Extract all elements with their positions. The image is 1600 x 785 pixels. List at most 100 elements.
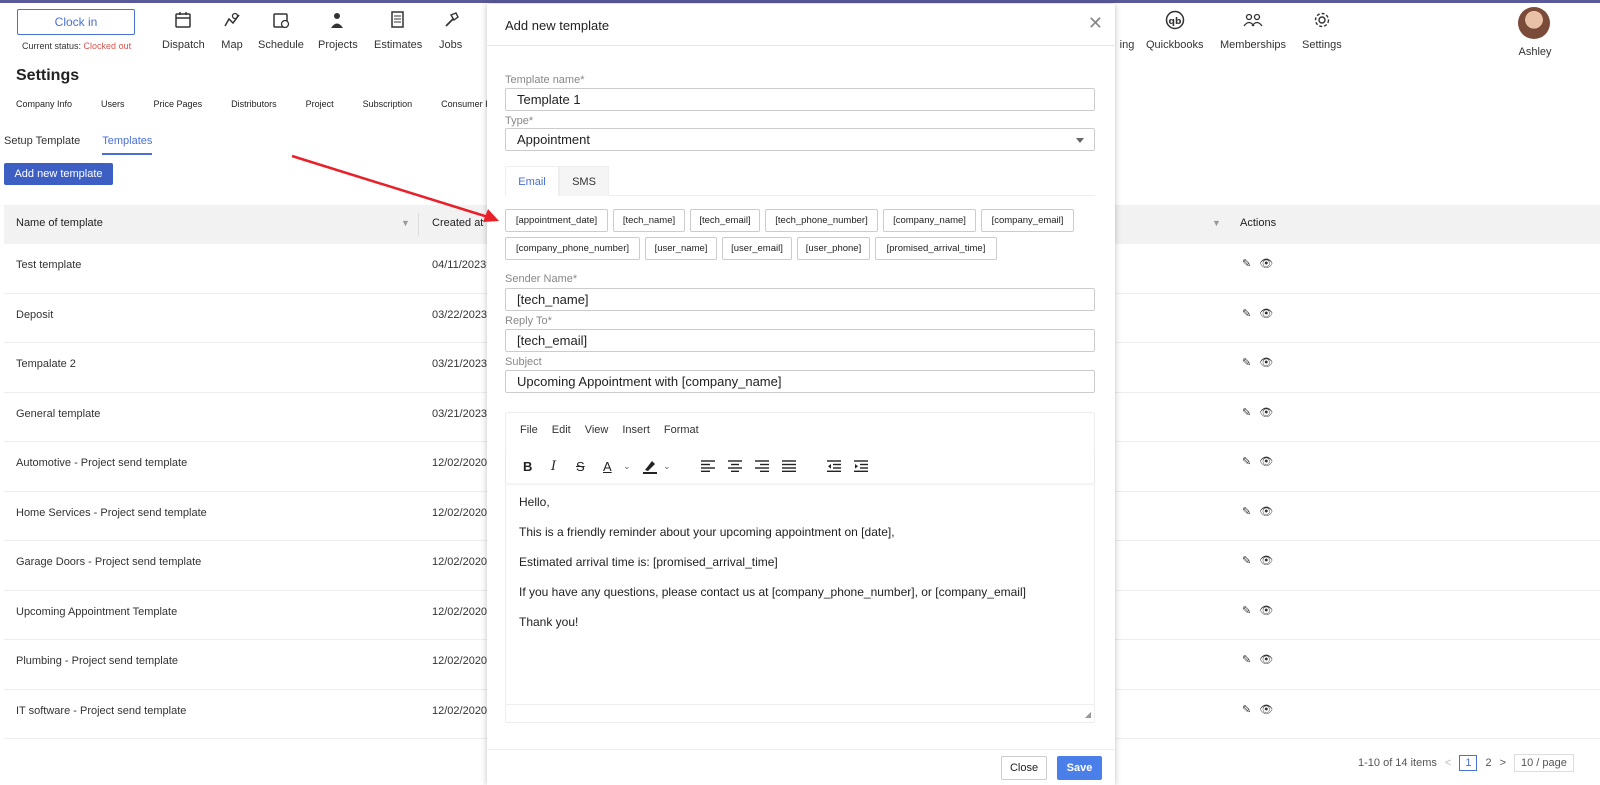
view-eye-icon[interactable]: 👁 [1259, 653, 1273, 666]
view-eye-icon[interactable]: 👁 [1259, 604, 1273, 617]
template-name-input[interactable]: Template 1 [505, 88, 1095, 111]
filter-icon[interactable]: ▼ [401, 218, 410, 228]
nav-memberships[interactable]: Memberships [1220, 9, 1286, 51]
view-eye-icon[interactable]: 👁 [1259, 356, 1273, 369]
edit-pencil-icon[interactable]: ✎ [1242, 554, 1251, 567]
highlight-icon[interactable] [642, 456, 658, 476]
nav-quickbooks[interactable]: qb Quickbooks [1146, 9, 1203, 51]
page-title: Settings [16, 67, 80, 84]
close-icon[interactable]: ✕ [1088, 14, 1103, 32]
bold-icon[interactable]: B [523, 456, 532, 476]
view-eye-icon[interactable]: 👁 [1259, 554, 1273, 567]
nav-settings[interactable]: Settings [1302, 9, 1342, 51]
menu-insert[interactable]: Insert [622, 424, 650, 436]
nav-jobs[interactable]: Jobs [439, 9, 462, 51]
chip-company-name[interactable]: [company_name] [883, 209, 976, 232]
chip-appointment-date[interactable]: [appointment_date] [505, 209, 608, 232]
view-eye-icon[interactable]: 👁 [1259, 257, 1273, 270]
edit-pencil-icon[interactable]: ✎ [1242, 257, 1251, 270]
avatar[interactable] [1518, 7, 1550, 39]
menu-view[interactable]: View [585, 424, 609, 436]
tab-sms[interactable]: SMS [559, 166, 609, 196]
edit-pencil-icon[interactable]: ✎ [1242, 455, 1251, 468]
nav-dispatch[interactable]: Dispatch [162, 9, 205, 51]
sender-name-input[interactable]: [tech_name] [505, 288, 1095, 311]
edit-pencil-icon[interactable]: ✎ [1242, 653, 1251, 666]
nav-partial-2[interactable]: ing [1116, 9, 1138, 51]
edit-pencil-icon[interactable]: ✎ [1242, 505, 1251, 518]
nav-estimates[interactable]: Estimates [374, 9, 422, 51]
align-left-icon[interactable] [701, 456, 715, 476]
view-eye-icon[interactable]: 👁 [1259, 307, 1273, 320]
filter-icon[interactable]: ▼ [1212, 218, 1221, 228]
view-eye-icon[interactable]: 👁 [1259, 703, 1273, 716]
chevron-down-icon[interactable]: ⌄ [663, 456, 671, 476]
subnav-users[interactable]: Users [101, 99, 125, 109]
subject-input[interactable]: Upcoming Appointment with [company_name] [505, 370, 1095, 393]
view-eye-icon[interactable]: 👁 [1259, 406, 1273, 419]
align-right-icon[interactable] [755, 456, 769, 476]
gear-icon [1311, 9, 1333, 31]
menu-file[interactable]: File [520, 424, 538, 436]
tab-templates[interactable]: Templates [102, 135, 153, 155]
edit-pencil-icon[interactable]: ✎ [1242, 406, 1251, 419]
align-justify-icon[interactable] [782, 456, 796, 476]
subnav-price-pages[interactable]: Price Pages [154, 99, 203, 109]
subnav-distributors[interactable]: Distributors [231, 99, 277, 109]
chip-user-email[interactable]: [user_email] [722, 237, 792, 260]
pager-next[interactable]: > [1500, 757, 1506, 769]
view-eye-icon[interactable]: 👁 [1259, 455, 1273, 468]
strikethrough-icon[interactable]: S [576, 456, 585, 476]
clock-in-button[interactable]: Clock in [17, 9, 135, 35]
chip-company-phone-number[interactable]: [company_phone_number] [505, 237, 640, 260]
menu-edit[interactable]: Edit [552, 424, 571, 436]
page-size-select[interactable]: 10 / page [1514, 754, 1574, 772]
row-date: 04/11/2023 [432, 259, 487, 271]
chevron-down-icon[interactable]: ⌄ [623, 456, 631, 476]
subnav-project[interactable]: Project [306, 99, 334, 109]
pager-page-1[interactable]: 1 [1459, 755, 1478, 771]
pager-prev[interactable]: < [1445, 757, 1451, 769]
pagination: 1-10 of 14 items < 1 2 > 10 / page [1358, 754, 1574, 772]
text-color-icon[interactable]: A [603, 456, 612, 476]
edit-pencil-icon[interactable]: ✎ [1242, 307, 1251, 320]
view-eye-icon[interactable]: 👁 [1259, 505, 1273, 518]
nav-map[interactable]: Map [221, 9, 243, 51]
add-new-template-button[interactable]: Add new template [4, 163, 113, 185]
user-name[interactable]: Ashley [1518, 46, 1552, 58]
chip-company-email[interactable]: [company_email] [981, 209, 1074, 232]
tab-setup-template[interactable]: Setup Template [4, 135, 80, 155]
chip-user-name[interactable]: [user_name] [645, 237, 717, 260]
chip-tech-phone-number[interactable]: [tech_phone_number] [765, 209, 878, 232]
close-button[interactable]: Close [1001, 756, 1047, 780]
menu-format[interactable]: Format [664, 424, 699, 436]
type-select[interactable]: Appointment [505, 128, 1095, 151]
subnav-consumer[interactable]: Consumer I [441, 99, 488, 109]
resize-handle-icon[interactable]: ◢ [1085, 710, 1091, 719]
type-select-value: Appointment [517, 132, 590, 147]
tab-email[interactable]: Email [505, 166, 559, 196]
reply-to-input[interactable]: [tech_email] [505, 329, 1095, 352]
pager-page-2[interactable]: 2 [1485, 757, 1491, 769]
projects-icon [327, 9, 349, 31]
editor-content[interactable]: Hello, This is a friendly reminder about… [519, 495, 1026, 645]
chip-tech-email[interactable]: [tech_email] [690, 209, 760, 232]
edit-pencil-icon[interactable]: ✎ [1242, 356, 1251, 369]
chip-tech-name[interactable]: [tech_name] [613, 209, 685, 232]
subnav-subscription[interactable]: Subscription [363, 99, 413, 109]
channel-tabs: Email SMS [505, 166, 1095, 196]
align-center-icon[interactable] [728, 456, 742, 476]
column-actions: Actions [1240, 217, 1277, 229]
outdent-icon[interactable] [827, 456, 841, 476]
nav-schedule[interactable]: Schedule [258, 9, 304, 51]
indent-icon[interactable] [854, 456, 868, 476]
row-name: Deposit [16, 308, 54, 321]
save-button[interactable]: Save [1057, 756, 1102, 780]
nav-projects[interactable]: Projects [318, 9, 358, 51]
edit-pencil-icon[interactable]: ✎ [1242, 604, 1251, 617]
chip-promised-arrival-time[interactable]: [promised_arrival_time] [875, 237, 997, 260]
subnav-company-info[interactable]: Company Info [16, 99, 72, 109]
chip-user-phone[interactable]: [user_phone] [797, 237, 870, 260]
edit-pencil-icon[interactable]: ✎ [1242, 703, 1251, 716]
italic-icon[interactable]: I [551, 456, 556, 476]
